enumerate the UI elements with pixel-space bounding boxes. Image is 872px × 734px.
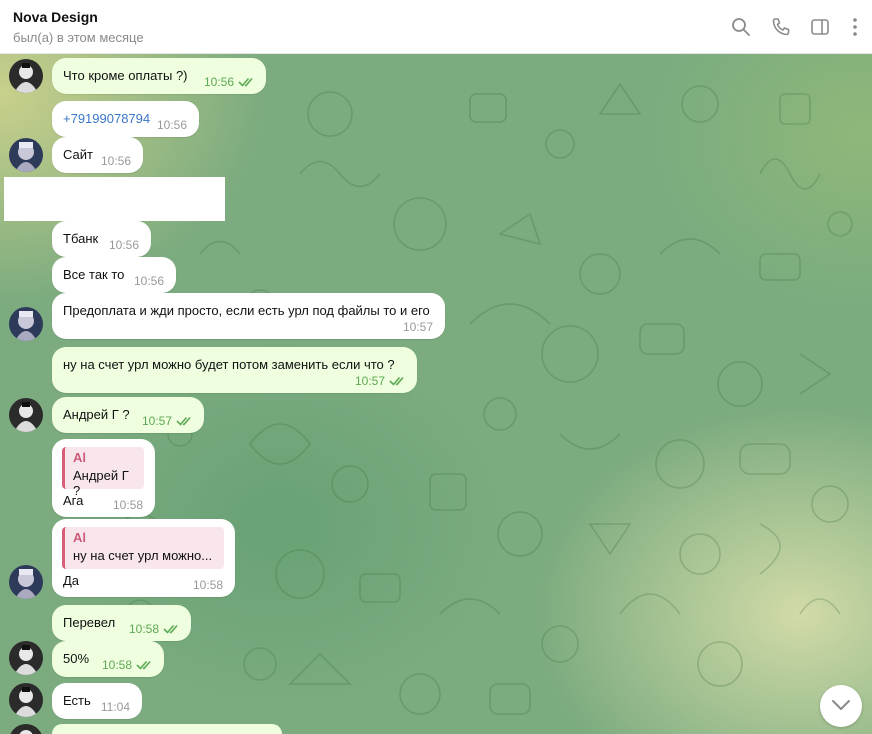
message-text: Андрей Г ? (63, 407, 130, 422)
message-bubble[interactable]: +79199078794 10:56 (52, 101, 199, 137)
double-check-icon (238, 77, 253, 87)
phone-link[interactable]: +79199078794 (63, 111, 150, 126)
partial-message-bubble[interactable] (52, 724, 282, 734)
scroll-to-bottom-button[interactable] (820, 685, 862, 727)
message-time: 10:57 (141, 414, 172, 428)
message-time: 10:56 (156, 118, 187, 132)
contact-name[interactable]: Nova Design (13, 9, 98, 25)
message-text: ну на счет урл можно будет потом заменит… (63, 357, 395, 372)
message-text: Тбанк (63, 231, 99, 246)
double-check-icon (389, 376, 404, 386)
message-text: 50% (63, 651, 90, 666)
message-bubble[interactable]: Есть 11:04 (52, 683, 142, 719)
message-bubble[interactable]: Тбанк 10:56 (52, 221, 151, 257)
avatar[interactable] (9, 565, 43, 599)
message-time: 11:04 (100, 700, 130, 714)
reply-author: Al (73, 450, 86, 465)
message-bubble[interactable]: Предоплата и жди просто, если есть урл п… (52, 293, 445, 339)
message-text: Все так то (63, 267, 125, 282)
reply-quote-text: ну на счет урл можно... (73, 548, 213, 563)
message-bubble[interactable]: 50% 10:58 (52, 641, 164, 677)
avatar[interactable] (9, 683, 43, 717)
contact-status: был(а) в этом месяце (13, 30, 144, 45)
message-text: Есть (63, 693, 91, 708)
redacted-block (4, 177, 225, 221)
message-bubble[interactable]: Сайт 10:56 (52, 137, 143, 173)
avatar[interactable] (9, 138, 43, 172)
search-icon[interactable] (730, 16, 752, 38)
avatar[interactable] (9, 59, 43, 93)
reply-quote[interactable]: Al ну на счет урл можно... (62, 527, 224, 569)
reply-quote[interactable]: Al Андрей Г ? (62, 447, 144, 498)
avatar[interactable] (9, 307, 43, 341)
avatar[interactable] (9, 398, 43, 432)
message-time: 10:57 (354, 374, 385, 388)
phone-icon[interactable] (770, 16, 792, 38)
double-check-icon (163, 624, 178, 634)
message-bubble[interactable]: ну на счет урл можно будет потом заменит… (52, 347, 417, 393)
chevron-down-icon (832, 700, 850, 710)
more-vertical-icon[interactable] (844, 16, 866, 38)
chat-area[interactable]: Что кроме оплаты ?) 10:56 +79199078794 1… (0, 54, 872, 734)
message-time: 10:58 (192, 578, 223, 592)
message-bubble[interactable]: Перевел 10:58 (52, 605, 191, 641)
reply-message-bubble[interactable]: Al Андрей Г ? Ага 10:58 (52, 439, 155, 517)
message-time: 10:58 (128, 622, 159, 636)
message-text: Ага (63, 493, 84, 508)
message-time: 10:57 (402, 320, 433, 334)
sidebar-toggle-icon[interactable] (809, 16, 831, 38)
message-time: 10:56 (133, 274, 164, 288)
reply-message-bubble[interactable]: Al ну на счет урл можно... Да 10:58 (52, 519, 235, 597)
double-check-icon (176, 416, 191, 426)
message-text: Что кроме оплаты ?) (63, 68, 188, 83)
message-text: Предоплата и жди просто, если есть урл п… (63, 303, 430, 318)
message-text: Перевел (63, 615, 116, 630)
double-check-icon (136, 660, 151, 670)
message-text: Да (63, 573, 80, 588)
message-bubble[interactable]: Все так то 10:56 (52, 257, 176, 293)
message-bubble[interactable]: Андрей Г ? 10:57 (52, 397, 204, 433)
message-time: 10:56 (108, 238, 139, 252)
message-text: Сайт (63, 147, 93, 162)
message-time: 10:56 (203, 75, 234, 89)
message-bubble[interactable]: Что кроме оплаты ?) 10:56 (52, 58, 266, 94)
message-time: 10:58 (101, 658, 132, 672)
chat-header: Nova Design был(а) в этом месяце (0, 0, 872, 54)
avatar[interactable] (9, 641, 43, 675)
message-time: 10:56 (100, 154, 131, 168)
reply-author: Al (73, 530, 86, 545)
message-time: 10:58 (112, 498, 143, 512)
